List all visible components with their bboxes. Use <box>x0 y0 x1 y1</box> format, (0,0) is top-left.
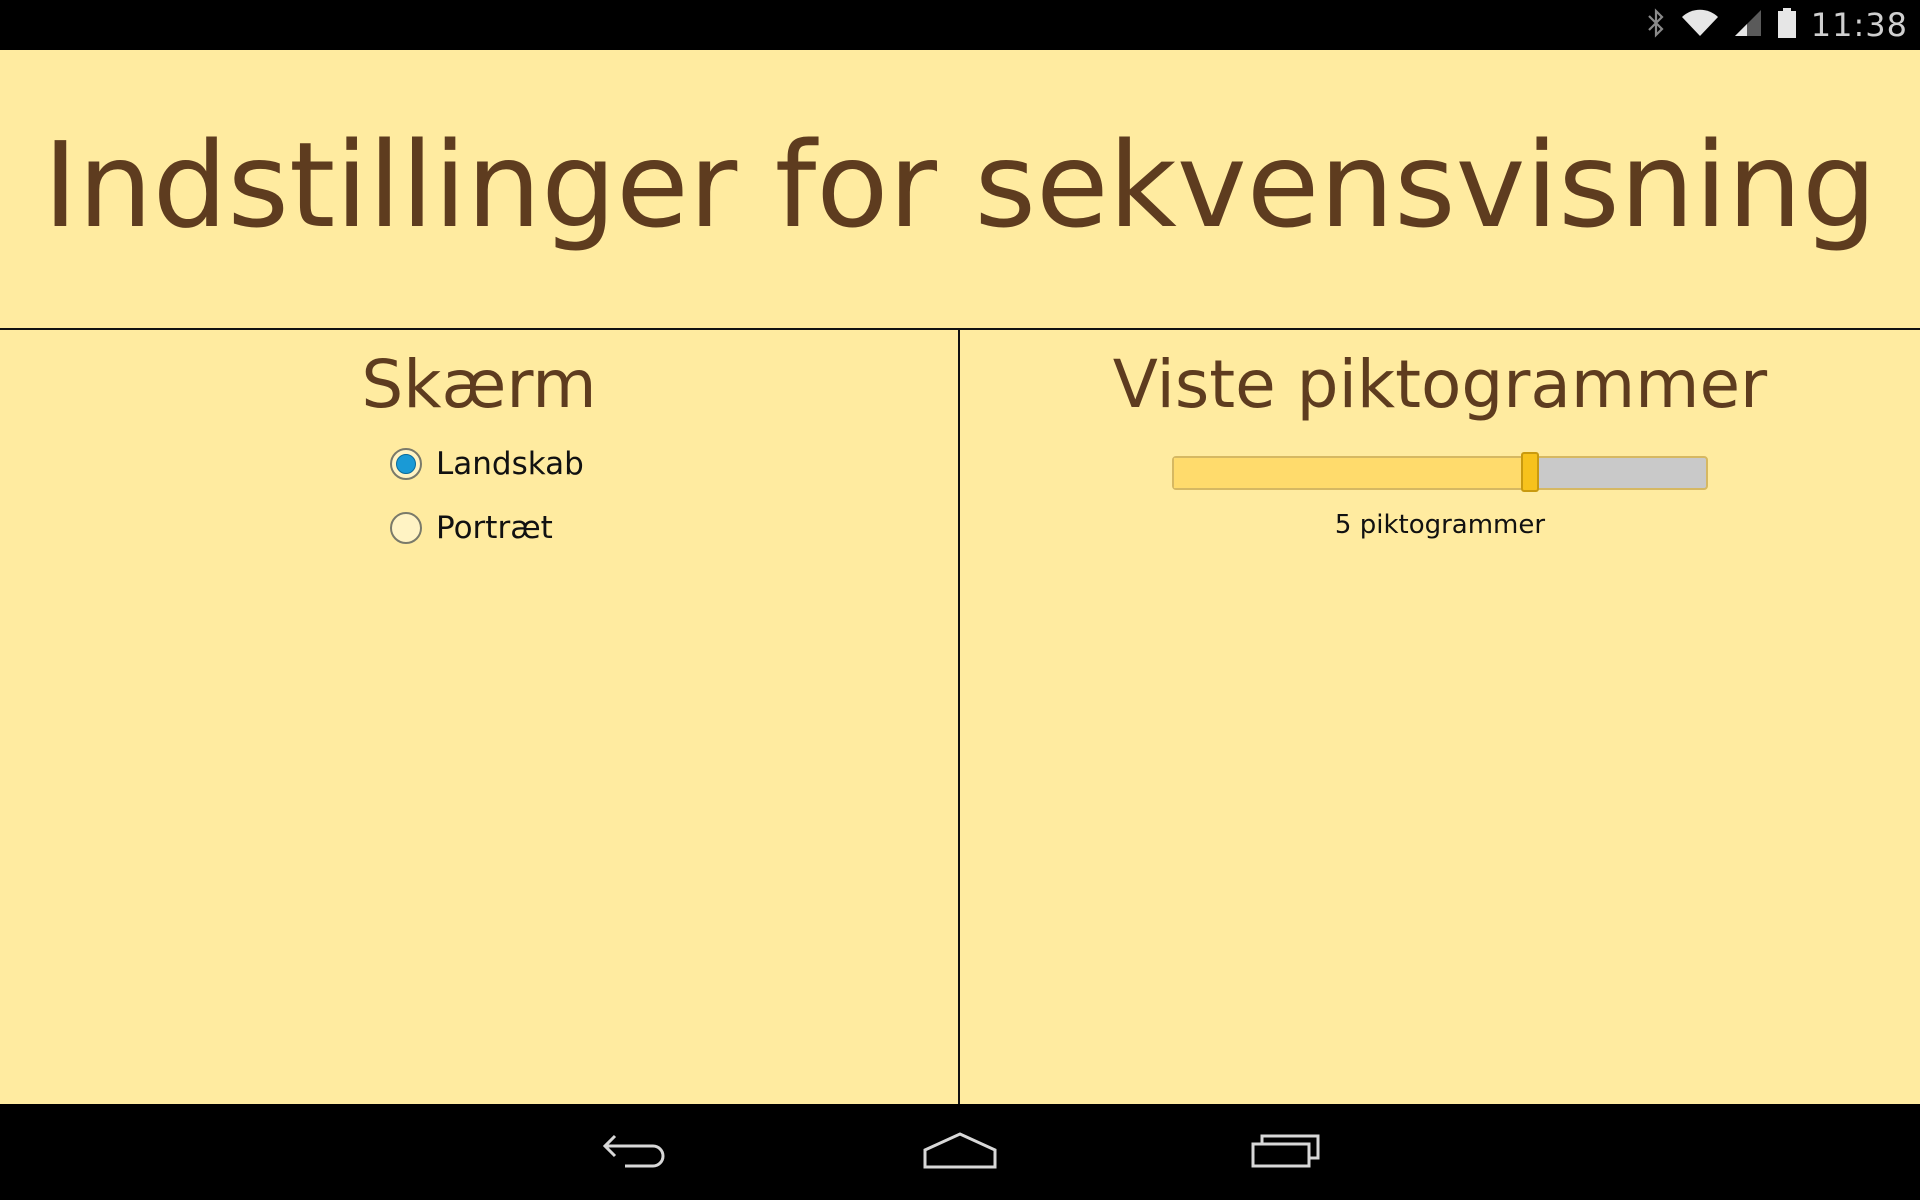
radio-button-portrait[interactable] <box>390 512 422 544</box>
slider-fill <box>1174 458 1531 488</box>
radio-portrait[interactable]: Portræt <box>390 508 553 548</box>
signal-icon <box>1733 8 1763 42</box>
wifi-icon <box>1681 8 1719 42</box>
recents-icon <box>1250 1130 1322 1174</box>
status-icons: 11:38 <box>1645 0 1908 50</box>
home-icon <box>922 1130 998 1174</box>
header: Indstillinger for sekvensvisning <box>0 50 1920 330</box>
slider-thumb[interactable] <box>1521 452 1540 492</box>
radio-button-landscape[interactable] <box>390 448 422 480</box>
status-bar: 11:38 <box>0 0 1920 50</box>
page-title: Indstillinger for sekvensvisning <box>43 116 1877 254</box>
display-settings-panel: Skærm Landskab Portræt <box>0 330 958 1104</box>
radio-label-landscape: Landskab <box>436 446 584 482</box>
radio-landscape[interactable]: Landskab <box>390 444 584 484</box>
slider-value-label: 5 piktogrammer <box>1334 510 1546 540</box>
display-section-title: Skærm <box>361 346 597 423</box>
back-button[interactable] <box>586 1122 686 1182</box>
pictogram-settings-panel: Viste piktogrammer 5 piktogrammer <box>960 330 1920 1104</box>
radio-selected-dot <box>396 454 416 474</box>
bluetooth-icon <box>1645 8 1667 42</box>
navigation-bar <box>0 1104 1920 1200</box>
battery-icon <box>1777 7 1797 43</box>
clock: 11:38 <box>1810 6 1908 44</box>
radio-label-portrait: Portræt <box>436 510 553 546</box>
recents-button[interactable] <box>1236 1122 1336 1182</box>
back-icon <box>601 1130 671 1174</box>
pictogram-section-title: Viste piktogrammer <box>1112 346 1768 423</box>
home-button[interactable] <box>910 1122 1010 1182</box>
pictogram-count-slider[interactable] <box>1172 452 1708 492</box>
app-content: Indstillinger for sekvensvisning Skærm L… <box>0 50 1920 1104</box>
